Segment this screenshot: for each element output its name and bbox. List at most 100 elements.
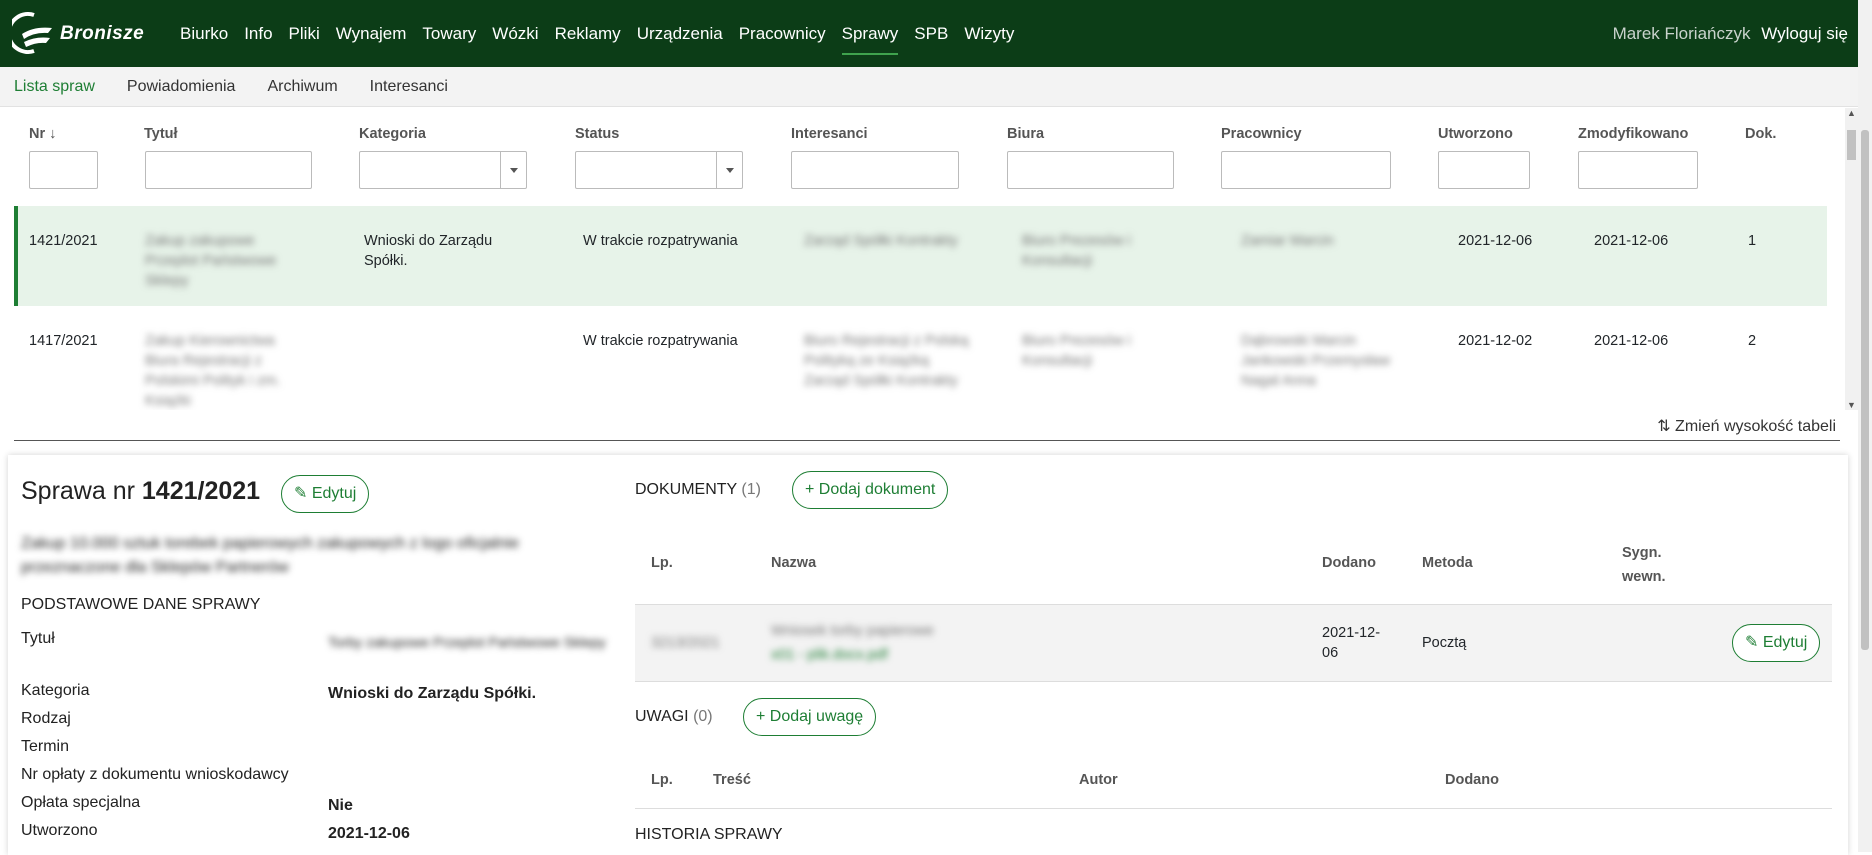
field-label: Nr opłaty z dokumentu wnioskodawcy	[21, 766, 289, 783]
field-label: Kategoria	[21, 682, 90, 699]
cell-status: W trakcie rozpatrywania	[583, 233, 738, 249]
filter-status-select[interactable]	[575, 151, 743, 189]
field-value: Nie	[328, 797, 353, 814]
col-header-dok[interactable]: Dok.	[1745, 126, 1776, 142]
cell-kategoria: Wnioski do Zarządu Spółki.	[364, 233, 493, 269]
note-col-autor: Autor	[1079, 772, 1118, 788]
doc-method: Pocztą	[1422, 635, 1467, 651]
basic-data-header: PODSTAWOWE DANE SPRAWY	[21, 596, 261, 613]
nav-item-pliki[interactable]: Pliki	[281, 0, 328, 67]
subnav-powiadomienia[interactable]: Powiadomienia	[127, 78, 236, 96]
notes-section-title: UWAGI (0)	[635, 708, 713, 725]
logo-icon	[12, 12, 52, 54]
notes-divider	[635, 808, 1832, 809]
col-header-nr[interactable]: Nr ↓	[29, 126, 56, 142]
col-header-pracownicy[interactable]: Pracownicy	[1221, 126, 1302, 142]
subnav-archiwum[interactable]: Archiwum	[267, 78, 337, 96]
edit-document-button[interactable]: ✎ Edytuj	[1732, 624, 1821, 662]
chevron-down-icon	[500, 152, 526, 188]
cell-nr: 1421/2021	[29, 233, 98, 249]
pencil-icon: ✎	[1745, 634, 1759, 651]
col-header-interesanci[interactable]: Interesanci	[791, 126, 868, 142]
table-row[interactable]: 1421/2021 Zakup zakupowe Przeplot Państwo…	[14, 206, 1827, 306]
user-name[interactable]: Marek Floriańczyk	[1613, 24, 1751, 43]
add-note-button[interactable]: + Dodaj uwagę	[743, 698, 877, 736]
doc-col-lp: Lp.	[651, 555, 673, 571]
col-header-zmodyfikowano[interactable]: Zmodyfikowano	[1578, 126, 1688, 142]
user-area: Marek Floriańczyk Wyloguj się	[1613, 0, 1848, 67]
scroll-up-icon[interactable]: ▲	[1847, 108, 1856, 118]
doc-file-link[interactable]: x01 - plik.docx.pdf	[771, 647, 888, 663]
resize-table-button[interactable]: ⇅ Zmień wysokość tabeli	[14, 410, 1840, 441]
cell-zmodyfikowano: 2021-12-06	[1594, 233, 1669, 249]
pencil-icon: ✎	[294, 485, 308, 502]
cell-dok: 2	[1748, 333, 1757, 349]
doc-col-metoda: Metoda	[1422, 555, 1473, 571]
cell-utworzono: 2021-12-06	[1458, 233, 1533, 249]
case-title: Sprawa nr 1421/2021	[21, 477, 261, 505]
nav-item-towary[interactable]: Towary	[414, 0, 484, 67]
page-scrollbar[interactable]	[1858, 0, 1872, 852]
col-header-tytul[interactable]: Tytuł	[144, 126, 178, 142]
nav-item-urządzenia[interactable]: Urządzenia	[629, 0, 731, 67]
field-label: Termin	[21, 738, 70, 755]
col-header-kategoria[interactable]: Kategoria	[359, 126, 426, 142]
nav-item-wizyty[interactable]: Wizyty	[956, 0, 1022, 67]
note-col-lp: Lp.	[651, 772, 673, 788]
logout-link[interactable]: Wyloguj się	[1761, 24, 1848, 43]
field-value: 2021-12-06	[328, 825, 410, 842]
subnav-lista-spraw[interactable]: Lista spraw	[14, 78, 95, 96]
cell-tytul: Zakup Kierownictwa Biura Rejestracji z P…	[145, 333, 281, 409]
filter-nr-input[interactable]	[29, 151, 98, 189]
cell-utworzono: 2021-12-02	[1458, 333, 1533, 349]
field-label: Opłata specjalna	[21, 794, 141, 811]
cell-biura: Biuro Prezesów i Konsultacji	[1022, 233, 1131, 269]
doc-col-dodano: Dodano	[1322, 555, 1376, 571]
add-document-button[interactable]: + Dodaj dokument	[792, 471, 949, 509]
brand-logo[interactable]: Bronisze	[12, 12, 152, 56]
doc-name: Wniosek torby papierowe	[771, 623, 934, 639]
nav-item-reklamy[interactable]: Reklamy	[547, 0, 629, 67]
note-col-tresc: Treść	[713, 772, 751, 788]
subnav-interesanci[interactable]: Interesanci	[370, 78, 448, 96]
page-scroll-thumb[interactable]	[1861, 130, 1869, 650]
filter-utworzono-input[interactable]	[1438, 151, 1530, 189]
filter-kategoria-select[interactable]	[359, 151, 527, 189]
cell-interesanci: Biuro Rejestracji z Polską Polityką ze K…	[804, 333, 969, 389]
cell-biura: Biuro Prezesów i Konsultacji	[1022, 333, 1131, 369]
nav-item-wynajem[interactable]: Wynajem	[328, 0, 415, 67]
col-header-biura[interactable]: Biura	[1007, 126, 1044, 142]
table-scrollbar[interactable]: ▲ ▼	[1845, 108, 1858, 410]
field-label: Tytuł	[21, 630, 55, 647]
cell-dok: 1	[1748, 233, 1757, 249]
filter-tytul-input[interactable]	[145, 151, 312, 189]
col-header-utworzono[interactable]: Utworzono	[1438, 126, 1513, 142]
edit-case-button[interactable]: ✎ Edytuj	[281, 475, 370, 513]
table-header: Nr ↓ Tytuł Kategoria Status Interesanci …	[0, 108, 1845, 204]
top-navbar: Bronisze Biurko Info Pliki Wynajem Towary Wóz…	[0, 0, 1872, 67]
nav-item-spb[interactable]: SPB	[906, 0, 956, 67]
scroll-down-icon[interactable]: ▼	[1847, 400, 1856, 410]
filter-zmodyfikowano-input[interactable]	[1578, 151, 1698, 189]
sub-nav: Lista spraw Powiadomienia Archiwum Interesa…	[0, 67, 1858, 107]
nav-item-biurko[interactable]: Biurko	[172, 0, 236, 67]
nav-item-info[interactable]: Info	[236, 0, 280, 67]
filter-interesanci-input[interactable]	[791, 151, 959, 189]
cell-interesanci: Zarząd Spółki Kontrakty	[804, 233, 958, 249]
chevron-down-icon	[716, 152, 742, 188]
filter-biura-input[interactable]	[1007, 151, 1174, 189]
nav-item-pracownicy[interactable]: Pracownicy	[731, 0, 834, 67]
cell-tytul: Zakup zakupowe Przeplot Państwowe Sklepy	[145, 233, 277, 289]
history-section-title: HISTORIA SPRAWY	[635, 826, 783, 843]
main-nav: Biurko Info Pliki Wynajem Towary Wózki Reklamy…	[172, 0, 1022, 67]
nav-item-sprawy[interactable]: Sprawy	[834, 0, 907, 67]
cell-pracownicy: Zamiar Marcin	[1241, 233, 1334, 249]
nav-item-wózki[interactable]: Wózki	[484, 0, 546, 67]
filter-pracownicy-input[interactable]	[1221, 151, 1391, 189]
table-row[interactable]: 1417/2021 Zakup Kierownictwa Biura Rejest…	[14, 306, 1827, 409]
doc-col-sygn: Sygn. wewn.	[1622, 545, 1666, 585]
col-header-status[interactable]: Status	[575, 126, 619, 142]
cell-nr: 1417/2021	[29, 333, 98, 349]
scroll-thumb[interactable]	[1847, 130, 1856, 160]
brand-name: Bronisze	[60, 23, 145, 44]
